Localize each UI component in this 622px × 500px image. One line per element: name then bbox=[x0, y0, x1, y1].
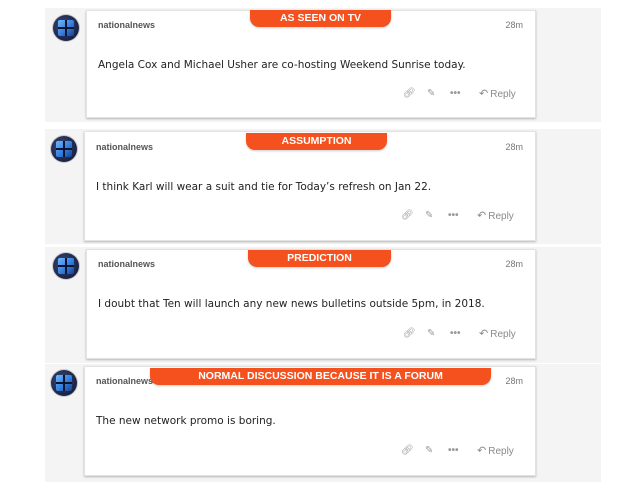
post-actions: 🔗︎ ✎ ••• ↶ Reply bbox=[401, 444, 531, 458]
reply-label: Reply bbox=[490, 89, 516, 100]
category-tag: PREDICTION bbox=[248, 250, 391, 267]
reply-label: Reply bbox=[490, 329, 516, 340]
pencil-icon[interactable]: ✎ bbox=[427, 327, 435, 341]
reply-arrow-icon: ↶ bbox=[479, 328, 489, 340]
post-time[interactable]: 28m bbox=[505, 259, 523, 269]
reply-button[interactable]: ↶ Reply bbox=[479, 327, 516, 342]
avatar[interactable] bbox=[51, 370, 77, 396]
post-actions: 🔗︎ ✎ ••• ↶ Reply bbox=[401, 209, 531, 223]
post-actions: 🔗︎ ✎ ••• ↶ Reply bbox=[403, 87, 533, 101]
category-tag: AS SEEN ON TV bbox=[250, 10, 391, 27]
post-time[interactable]: 28m bbox=[505, 376, 523, 386]
reply-button[interactable]: ↶ Reply bbox=[479, 87, 516, 102]
more-icon[interactable]: ••• bbox=[448, 209, 459, 223]
post-body: I think Karl will wear a suit and tie fo… bbox=[96, 181, 432, 193]
category-tag: NORMAL DISCUSSION BECAUSE IT IS A FORUM bbox=[150, 368, 491, 385]
reply-label: Reply bbox=[488, 446, 514, 457]
avatar[interactable] bbox=[53, 15, 79, 41]
post-body: The new network promo is boring. bbox=[96, 415, 276, 427]
reply-button[interactable]: ↶ Reply bbox=[477, 444, 514, 459]
pencil-icon[interactable]: ✎ bbox=[425, 209, 433, 223]
link-icon[interactable]: 🔗︎ bbox=[403, 327, 416, 341]
more-icon[interactable]: ••• bbox=[450, 327, 461, 341]
post-username[interactable]: nationalnews bbox=[96, 376, 153, 386]
link-icon[interactable]: 🔗︎ bbox=[401, 444, 414, 458]
reply-arrow-icon: ↶ bbox=[479, 88, 489, 100]
more-icon[interactable]: ••• bbox=[448, 444, 459, 458]
pencil-icon[interactable]: ✎ bbox=[425, 444, 433, 458]
post-username[interactable]: nationalnews bbox=[98, 259, 155, 269]
post-body: I doubt that Ten will launch any new new… bbox=[98, 298, 485, 310]
reply-arrow-icon: ↶ bbox=[477, 210, 487, 222]
link-icon[interactable]: 🔗︎ bbox=[403, 87, 416, 101]
pencil-icon[interactable]: ✎ bbox=[427, 87, 435, 101]
more-icon[interactable]: ••• bbox=[450, 87, 461, 101]
post-username[interactable]: nationalnews bbox=[98, 20, 155, 30]
reply-arrow-icon: ↶ bbox=[477, 445, 487, 457]
reply-button[interactable]: ↶ Reply bbox=[477, 209, 514, 224]
category-tag: ASSUMPTION bbox=[246, 133, 387, 150]
avatar[interactable] bbox=[53, 253, 79, 279]
link-icon[interactable]: 🔗︎ bbox=[401, 209, 414, 223]
post-actions: 🔗︎ ✎ ••• ↶ Reply bbox=[403, 327, 533, 341]
post-time[interactable]: 28m bbox=[505, 20, 523, 30]
avatar[interactable] bbox=[51, 136, 77, 162]
post-body: Angela Cox and Michael Usher are co-host… bbox=[98, 59, 466, 71]
post-time[interactable]: 28m bbox=[505, 142, 523, 152]
post-username[interactable]: nationalnews bbox=[96, 142, 153, 152]
reply-label: Reply bbox=[488, 211, 514, 222]
